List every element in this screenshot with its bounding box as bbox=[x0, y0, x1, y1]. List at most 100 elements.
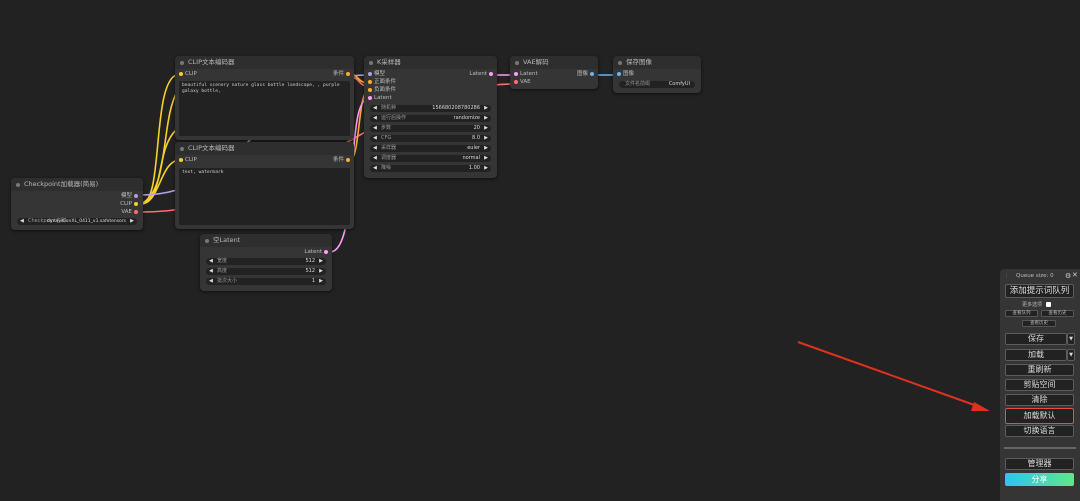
checkpoint-loader-node[interactable]: Checkpoint加载器(简易) 模型 CLIP VAE ◀ Checkpoi… bbox=[11, 178, 143, 230]
arrow-right-icon[interactable]: ▶ bbox=[484, 105, 488, 112]
widget-label: 步数 bbox=[381, 125, 392, 131]
prompt-textarea[interactable]: text, watermark bbox=[179, 168, 350, 225]
extra-options-checkbox[interactable] bbox=[1045, 302, 1051, 307]
vae-decode-node[interactable]: VAE解码 Latent VAE 图像 bbox=[510, 56, 598, 89]
input-latent-dot[interactable] bbox=[368, 95, 372, 100]
sampler-widget[interactable]: ◀ 采样器 euler ▶ bbox=[370, 145, 491, 152]
comfy-menu-panel: ⋮ Queue size: 0 ⚙ ✕ 添加提示词队列 更多选项 查看队列 查看… bbox=[1000, 269, 1080, 501]
arrow-right-icon[interactable]: ▶ bbox=[484, 165, 488, 172]
denoise-widget[interactable]: ◀ 降噪 1.00 ▶ bbox=[370, 165, 491, 172]
clip-text-encode-negative-node[interactable]: CLIP文本编码器 CLIP 条件 text, watermark bbox=[175, 142, 354, 229]
arrow-right-icon[interactable]: ▶ bbox=[319, 258, 323, 265]
widget-label: 随机种 bbox=[381, 105, 397, 111]
arrow-left-icon[interactable]: ◀ bbox=[373, 165, 377, 172]
share-button[interactable]: 分享 bbox=[1005, 473, 1074, 486]
output-model-dot[interactable] bbox=[134, 193, 138, 198]
output-latent-dot[interactable] bbox=[324, 249, 328, 254]
cfg-widget[interactable]: ◀ CFG 8.0 ▶ bbox=[370, 135, 491, 142]
output-cond-dot[interactable] bbox=[346, 157, 350, 162]
clipspace-button[interactable]: 剪贴空间 bbox=[1005, 379, 1074, 391]
arrow-left-icon[interactable]: ◀ bbox=[209, 268, 213, 275]
save-button[interactable]: 保存 bbox=[1005, 333, 1067, 345]
widget-label: 宽度 bbox=[217, 258, 228, 264]
load-button[interactable]: 加载 bbox=[1005, 349, 1067, 361]
arrow-right-icon[interactable]: ▶ bbox=[484, 135, 488, 142]
output-cond-dot[interactable] bbox=[346, 71, 350, 76]
output-vae-dot[interactable] bbox=[134, 209, 138, 214]
arrow-left-icon[interactable]: ◀ bbox=[20, 218, 24, 225]
arrow-right-icon[interactable]: ▶ bbox=[130, 218, 134, 225]
node-title: CLIP文本编码器 bbox=[175, 56, 354, 69]
history-button[interactable]: 查看历史 bbox=[1022, 320, 1056, 327]
control-after-generate-widget[interactable]: ◀ 运行后操作 randomize ▶ bbox=[370, 115, 491, 122]
input-positive-dot[interactable] bbox=[368, 79, 372, 84]
output-latent-dot[interactable] bbox=[489, 71, 493, 76]
clear-button[interactable]: 清除 bbox=[1005, 394, 1074, 406]
filename-prefix-widget[interactable]: 文件名前缀 ComfyUI bbox=[619, 81, 695, 88]
arrow-left-icon[interactable]: ◀ bbox=[373, 105, 377, 112]
output-cond-label: 条件 bbox=[332, 157, 344, 163]
height-widget[interactable]: ◀ 高度 512 ▶ bbox=[206, 268, 326, 275]
arrow-left-icon[interactable]: ◀ bbox=[209, 258, 213, 265]
scheduler-widget[interactable]: ◀ 调度器 normal ▶ bbox=[370, 155, 491, 162]
arrow-left-icon[interactable]: ◀ bbox=[373, 125, 377, 132]
arrow-left-icon[interactable]: ◀ bbox=[373, 155, 377, 162]
manager-button[interactable]: 管理器 bbox=[1005, 458, 1074, 470]
steps-widget[interactable]: ◀ 步数 20 ▶ bbox=[370, 125, 491, 132]
widget-value: euler bbox=[467, 145, 480, 151]
widget-value: 20 bbox=[473, 125, 480, 131]
view-history-button[interactable]: 查看历史 bbox=[1041, 310, 1074, 317]
arrow-left-icon[interactable]: ◀ bbox=[209, 278, 213, 285]
ksampler-node[interactable]: K采样器 模型 正面条件 负面条件 Latent Latent ◀ 随机种 1566… bbox=[364, 56, 497, 178]
load-default-button[interactable]: 加载默认 bbox=[1005, 408, 1074, 424]
input-clip-dot[interactable] bbox=[179, 71, 183, 76]
widget-value: 1 bbox=[311, 278, 315, 284]
gear-icon[interactable]: ⚙ bbox=[1065, 272, 1071, 280]
empty-latent-node[interactable]: 空Latent Latent ◀ 宽度 512 ▶ ◀ 高度 512 ▶ ◀ 批次大小 1 ▶ bbox=[200, 234, 332, 291]
arrow-left-icon[interactable]: ◀ bbox=[373, 135, 377, 142]
close-icon[interactable]: ✕ bbox=[1072, 271, 1078, 279]
input-latent-dot[interactable] bbox=[514, 71, 518, 76]
queue-prompt-button[interactable]: 添加提示词队列 bbox=[1005, 284, 1074, 298]
input-negative-label: 负面条件 bbox=[374, 87, 397, 93]
input-clip-label: CLIP bbox=[185, 157, 197, 163]
arrow-right-icon[interactable]: ▶ bbox=[484, 155, 488, 162]
drag-handle-icon[interactable]: ⋮ bbox=[1004, 273, 1009, 279]
widget-label: 批次大小 bbox=[217, 278, 238, 284]
input-vae-dot[interactable] bbox=[514, 79, 518, 84]
extra-options-label: 更多选项 bbox=[1022, 302, 1043, 308]
input-model-dot[interactable] bbox=[368, 71, 372, 76]
input-image-dot[interactable] bbox=[617, 71, 621, 76]
view-queue-button[interactable]: 查看队列 bbox=[1005, 310, 1038, 317]
ckpt-name-widget[interactable]: ◀ Checkpoint名称 dynavisionXL_0411_v1.safe… bbox=[17, 218, 137, 225]
refresh-button[interactable]: 重刷新 bbox=[1005, 364, 1074, 376]
input-latent-label: Latent bbox=[520, 71, 538, 77]
wire-clip-extra2 bbox=[140, 129, 177, 205]
node-title: K采样器 bbox=[364, 56, 497, 69]
input-clip-dot[interactable] bbox=[179, 157, 183, 162]
output-image-dot[interactable] bbox=[590, 71, 594, 76]
save-image-node[interactable]: 保存图像 图像 文件名前缀 ComfyUI bbox=[613, 56, 701, 93]
input-negative-dot[interactable] bbox=[368, 87, 372, 92]
switch-language-button[interactable]: 切换语言 bbox=[1005, 425, 1074, 437]
arrow-left-icon[interactable]: ◀ bbox=[373, 115, 377, 122]
input-model-label: 模型 bbox=[374, 71, 386, 77]
seed-widget[interactable]: ◀ 随机种 156680208780286 ▶ bbox=[370, 105, 491, 112]
widget-label: 文件名前缀 bbox=[625, 81, 651, 87]
history-label: 查看历史 bbox=[1030, 321, 1048, 326]
arrow-right-icon[interactable]: ▶ bbox=[484, 125, 488, 132]
clip-text-encode-positive-node[interactable]: CLIP文本编码器 CLIP 条件 beautiful scenery natu… bbox=[175, 56, 354, 140]
arrow-right-icon[interactable]: ▶ bbox=[484, 115, 488, 122]
arrow-right-icon[interactable]: ▶ bbox=[319, 278, 323, 285]
output-clip-dot[interactable] bbox=[134, 201, 138, 206]
input-image-label: 图像 bbox=[623, 71, 635, 77]
widget-value: 512 bbox=[305, 258, 315, 264]
width-widget[interactable]: ◀ 宽度 512 ▶ bbox=[206, 258, 326, 265]
chevron-down-icon[interactable]: ▼ bbox=[1067, 349, 1075, 361]
prompt-textarea[interactable]: beautiful scenery nature glass bottle la… bbox=[179, 81, 350, 136]
chevron-down-icon[interactable]: ▼ bbox=[1067, 333, 1075, 345]
arrow-right-icon[interactable]: ▶ bbox=[484, 145, 488, 152]
arrow-right-icon[interactable]: ▶ bbox=[319, 268, 323, 275]
batch-size-widget[interactable]: ◀ 批次大小 1 ▶ bbox=[206, 278, 326, 285]
arrow-left-icon[interactable]: ◀ bbox=[373, 145, 377, 152]
